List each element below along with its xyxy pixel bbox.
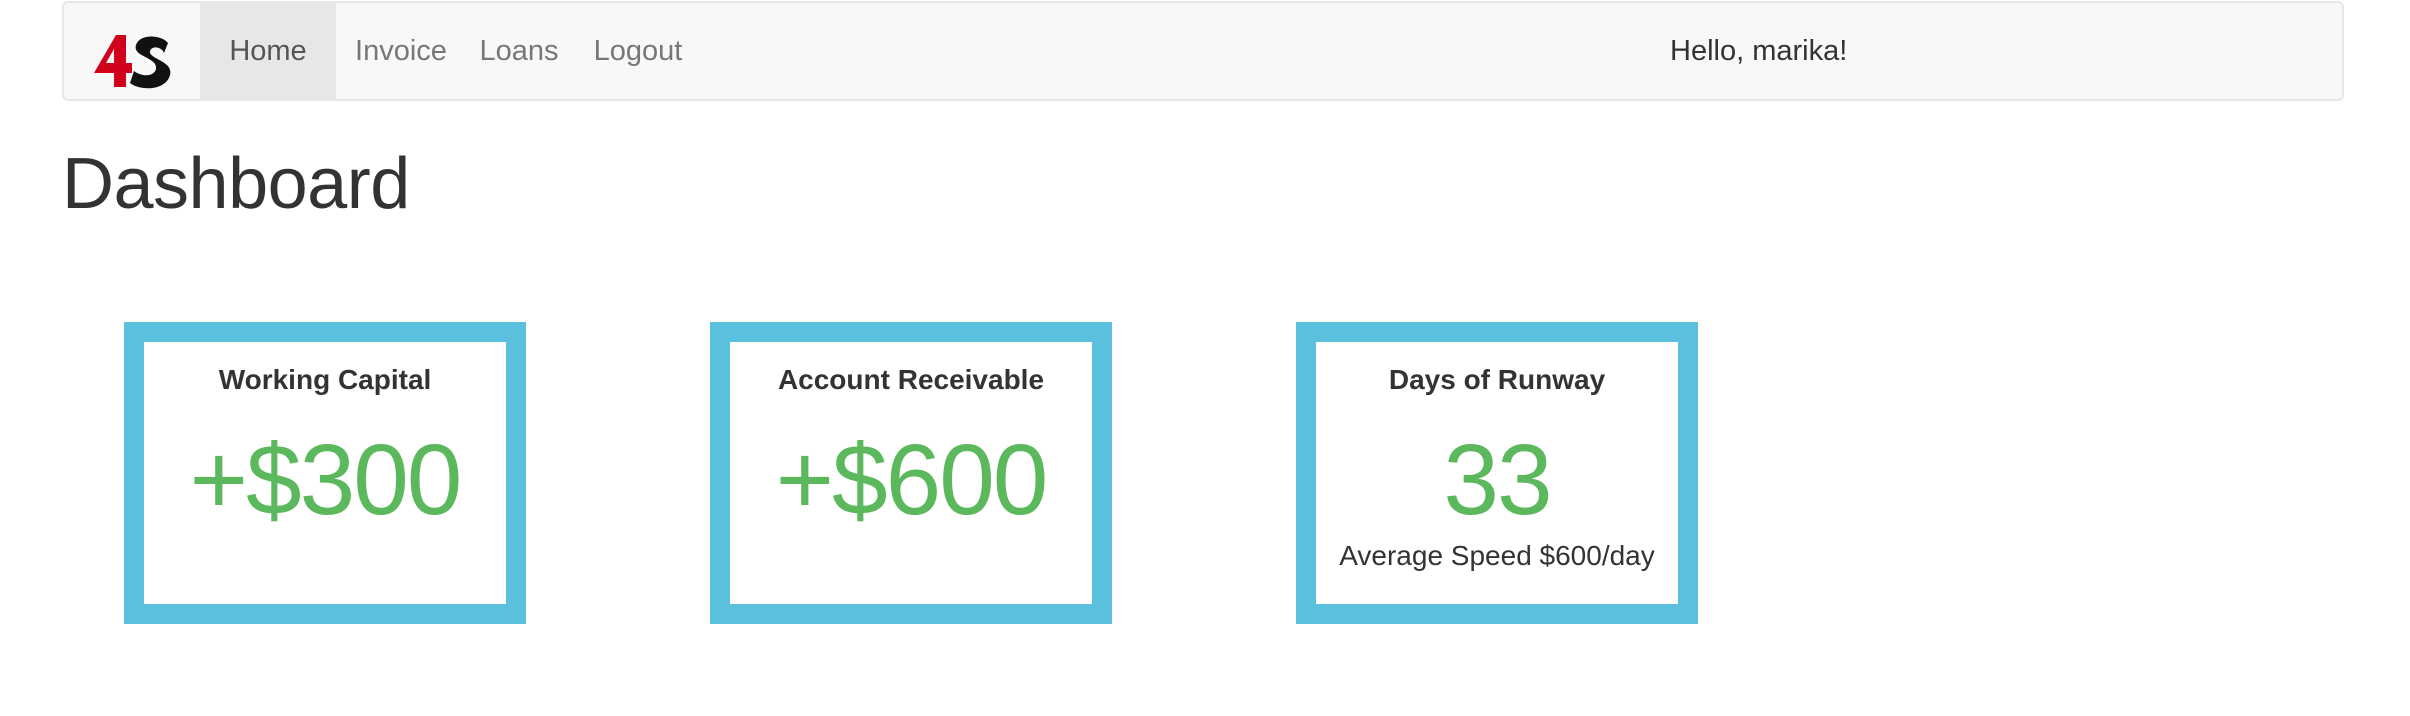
days-of-runway-card: Days of Runway 33 Average Speed $600/day: [1296, 322, 1698, 624]
nav-home[interactable]: Home: [200, 3, 336, 99]
card-title: Account Receivable: [777, 364, 1045, 395]
card-value: +$300: [189, 424, 463, 536]
account-receivable-card: Account Receivable +$600: [710, 322, 1112, 624]
card-value: +$600: [775, 424, 1049, 536]
card-value: 33: [1443, 424, 1552, 536]
user-greeting: Hello, marika!: [1670, 35, 1848, 67]
nav-invoice[interactable]: Invoice: [336, 3, 466, 99]
card-subtitle: Average Speed $600/day: [1339, 540, 1655, 571]
card-title: Days of Runway: [1388, 364, 1606, 395]
nav-logout[interactable]: Logout: [572, 3, 704, 99]
top-navbar: Home Invoice Loans Logout Hello, marika!: [62, 1, 2344, 101]
nav-loans[interactable]: Loans: [466, 3, 572, 99]
page-title: Dashboard: [62, 144, 410, 224]
brand-logo[interactable]: [92, 33, 172, 89]
logo-4s-icon: [94, 35, 171, 89]
working-capital-card: Working Capital +$300: [124, 322, 526, 624]
card-title: Working Capital: [218, 364, 432, 395]
